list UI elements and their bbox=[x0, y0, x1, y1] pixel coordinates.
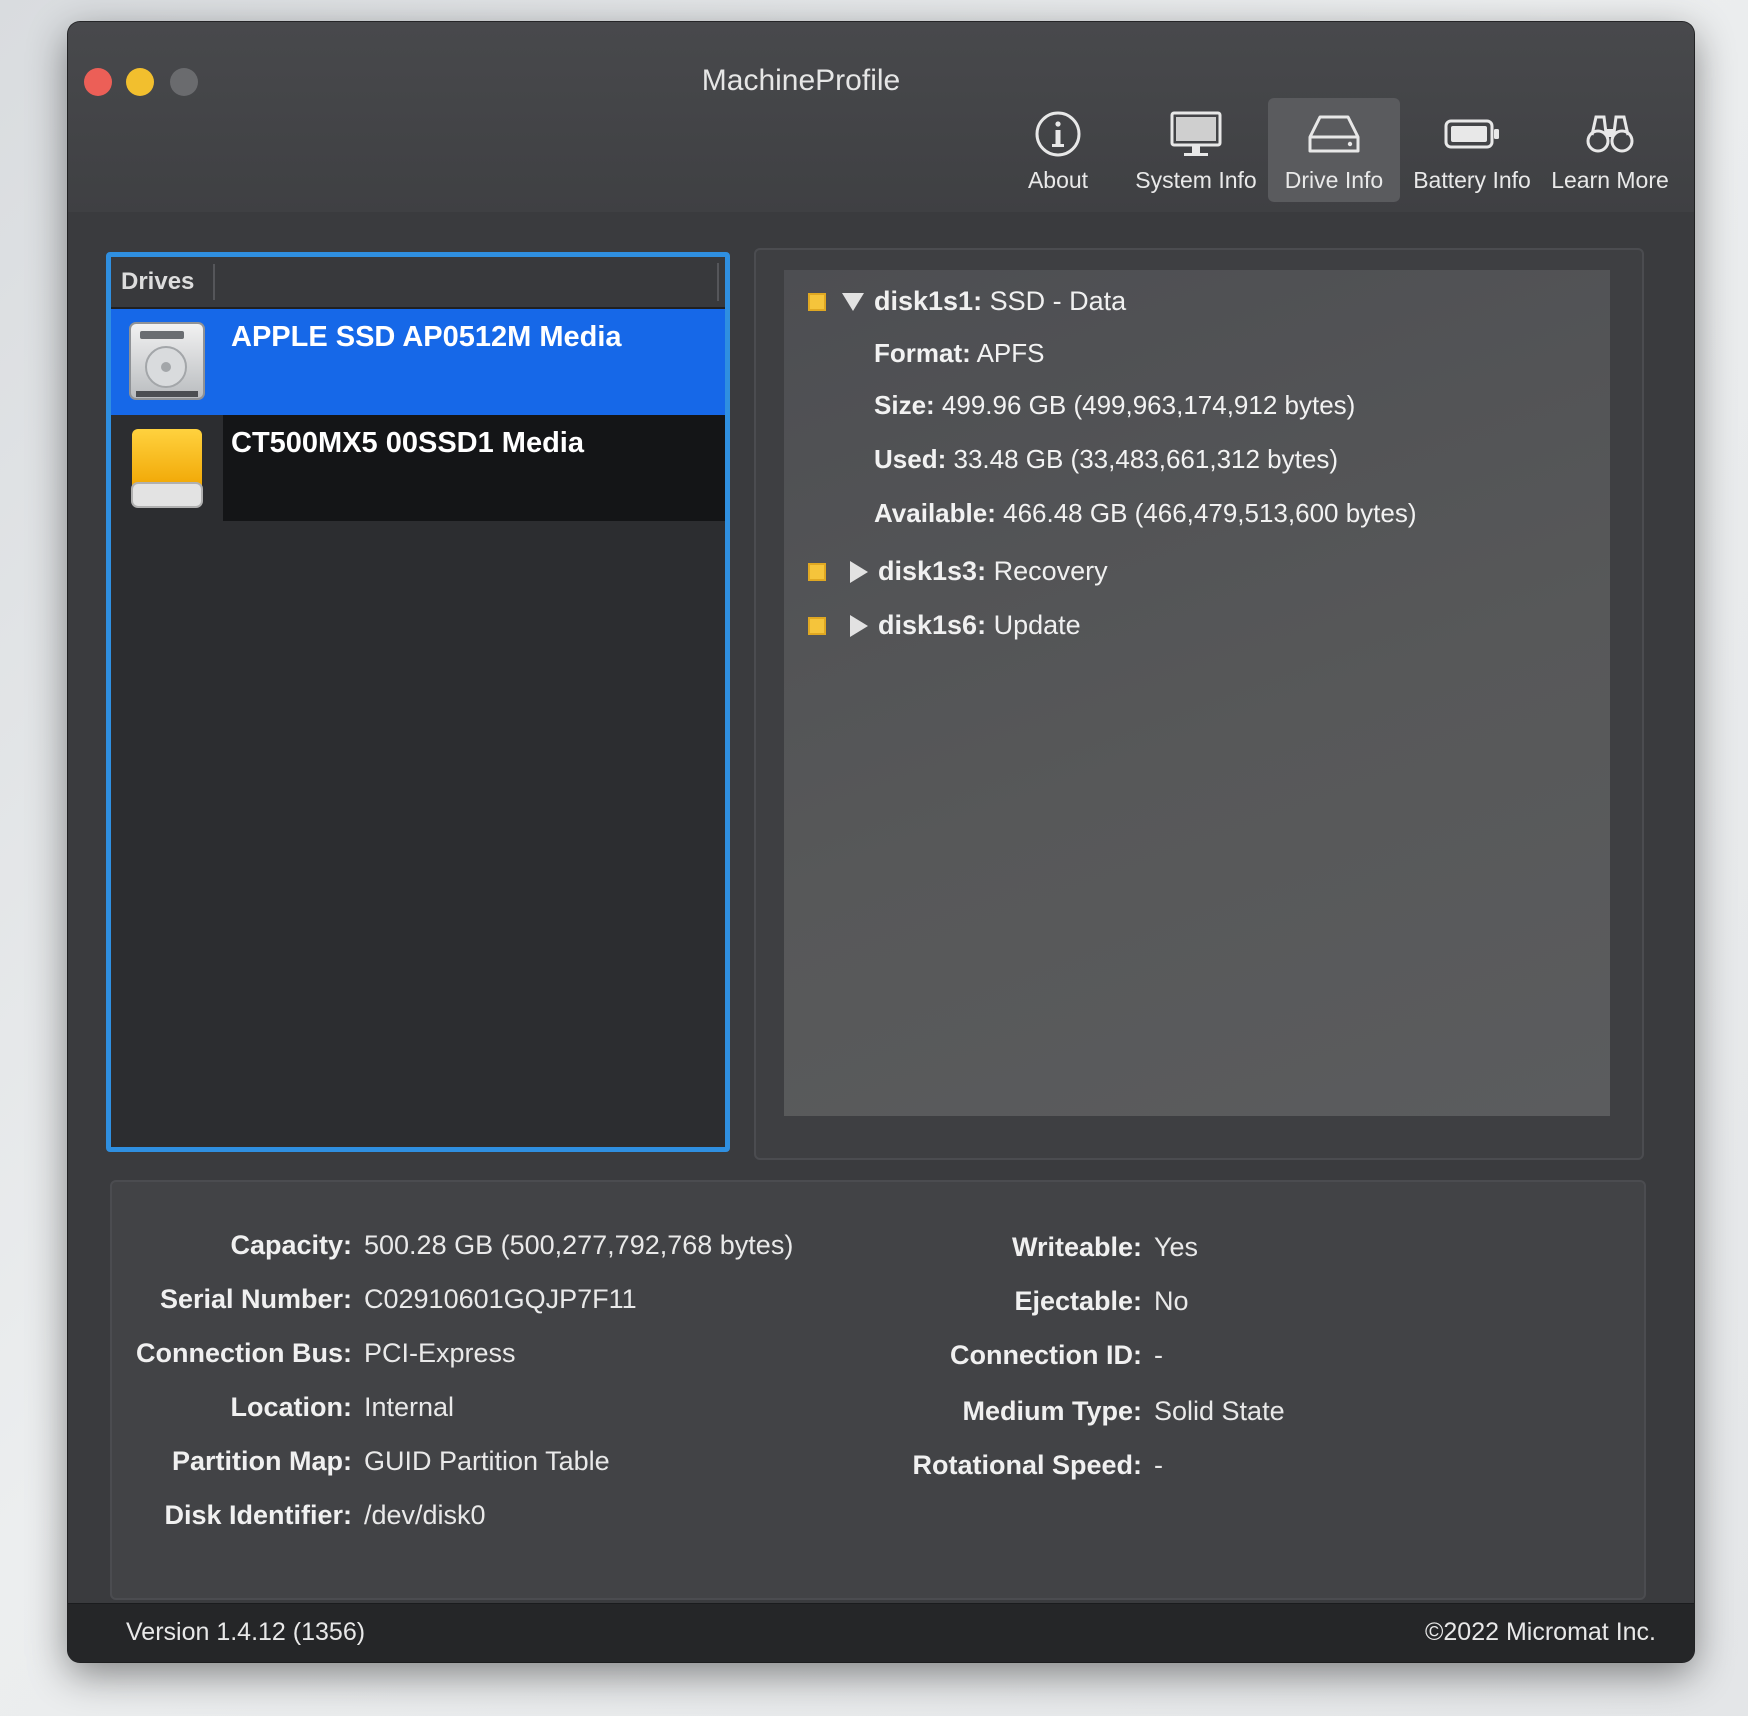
tab-about[interactable]: About bbox=[992, 98, 1124, 202]
partition-size: Size: 499.96 GB (499,963,174,912 bytes) bbox=[874, 390, 1356, 420]
partition-row-disk1s3[interactable]: disk1s3: Recovery bbox=[784, 556, 1108, 587]
partition-available: Available: 466.48 GB (466,479,513,600 by… bbox=[874, 498, 1417, 528]
monitor-icon bbox=[1170, 111, 1222, 156]
partition-marker-icon bbox=[808, 292, 826, 311]
drive-row-apple-ssd[interactable]: APPLE SSD AP0512M Media bbox=[111, 309, 725, 415]
detail-serial-number: Serial Number: C02910601GQJP7F11 bbox=[159, 1284, 637, 1314]
detail-ejectable: Ejectable: No bbox=[1014, 1286, 1189, 1316]
detail-medium-type: Medium Type: Solid State bbox=[962, 1396, 1285, 1426]
app-window: MachineProfile About System Info Drive I… bbox=[68, 22, 1694, 1662]
detail-location: Location: Internal bbox=[230, 1392, 455, 1422]
detail-connection-bus: Connection Bus: PCI-Express bbox=[136, 1338, 516, 1368]
disclosure-triangle-collapsed-icon[interactable] bbox=[850, 614, 868, 637]
binoculars-icon bbox=[1586, 115, 1634, 153]
drive-icon bbox=[1308, 115, 1360, 153]
partitions-panel: disk1s1: SSD - Data Format: APFS Size: 4… bbox=[754, 248, 1644, 1160]
tab-learn-more[interactable]: Learn More bbox=[1544, 98, 1676, 202]
main-content: Drives APPLE SSD AP0512M Media CT500MX5 … bbox=[68, 212, 1694, 1604]
partitions-tree: disk1s1: SSD - Data Format: APFS Size: 4… bbox=[784, 270, 1610, 1116]
drive-name: APPLE SSD AP0512M Media bbox=[231, 321, 622, 353]
tab-drive-info-label: Drive Info bbox=[1284, 167, 1384, 193]
detail-connection-id: Connection ID: - bbox=[950, 1340, 1163, 1370]
window-title: MachineProfile bbox=[701, 64, 901, 97]
drives-column-header[interactable]: Drives bbox=[111, 268, 213, 296]
detail-capacity: Capacity: 500.28 GB (500,277,792,768 byte… bbox=[230, 1230, 794, 1260]
partition-marker-icon bbox=[808, 562, 826, 581]
partition-marker-icon bbox=[808, 616, 826, 635]
tab-system-info[interactable]: System Info bbox=[1130, 98, 1262, 202]
drive-details-panel: Capacity: 500.28 GB (500,277,792,768 byte… bbox=[110, 1180, 1646, 1600]
status-bar: Version 1.4.12 (1356) ©2022 Micromat Inc… bbox=[68, 1603, 1694, 1662]
info-circle-icon bbox=[1035, 111, 1081, 157]
internal-disk-icon bbox=[129, 322, 205, 400]
disclosure-triangle-expanded-icon[interactable] bbox=[842, 292, 864, 311]
tab-learn-more-label: Learn More bbox=[1551, 167, 1669, 193]
partition-row-disk1s6[interactable]: disk1s6: Update bbox=[784, 610, 1081, 641]
detail-disk-identifier: Disk Identifier:/dev/disk0 bbox=[164, 1500, 486, 1530]
tab-about-label: About bbox=[1027, 167, 1089, 193]
drives-list-header: Drives bbox=[111, 257, 725, 309]
title-bar: MachineProfile About System Info Drive I… bbox=[68, 22, 1694, 213]
partition-used: Used: 33.48 GB (33,483,661,312 bytes) bbox=[874, 444, 1338, 474]
external-disk-icon bbox=[131, 429, 203, 508]
tab-battery-info-label: Battery Info bbox=[1413, 167, 1531, 193]
drive-name: CT500MX5 00SSD1 Media bbox=[231, 427, 584, 459]
partition-row-disk1s1[interactable]: disk1s1: SSD - Data bbox=[784, 286, 1126, 317]
battery-icon bbox=[1444, 119, 1499, 149]
copyright-label: ©2022 Micromat Inc. bbox=[1424, 1618, 1656, 1646]
detail-rotational-speed: Rotational Speed: - bbox=[912, 1450, 1163, 1480]
column-divider bbox=[717, 263, 719, 301]
version-label: Version 1.4.12 (1356) bbox=[126, 1618, 366, 1646]
detail-partition-map: Partition Map: GUID Partition Table bbox=[172, 1446, 610, 1476]
tab-system-info-label: System Info bbox=[1135, 167, 1257, 193]
toolbar: About System Info Drive Info Battery Inf… bbox=[992, 98, 1676, 202]
partition-title: disk1s3: Recovery bbox=[878, 556, 1108, 586]
tab-battery-info[interactable]: Battery Info bbox=[1406, 98, 1538, 202]
drive-row-ct500mx5[interactable]: CT500MX5 00SSD1 Media bbox=[111, 415, 725, 521]
drives-list[interactable]: Drives APPLE SSD AP0512M Media CT500MX5 … bbox=[106, 252, 730, 1152]
partition-title: disk1s1: SSD - Data bbox=[874, 286, 1127, 316]
partition-title: disk1s6: Update bbox=[878, 610, 1081, 640]
column-divider bbox=[213, 264, 215, 300]
partition-format: Format: APFS bbox=[874, 338, 1045, 368]
detail-writeable: Writeable: Yes bbox=[1011, 1232, 1199, 1262]
tab-drive-info[interactable]: Drive Info bbox=[1268, 98, 1400, 202]
disclosure-triangle-collapsed-icon[interactable] bbox=[850, 560, 868, 583]
